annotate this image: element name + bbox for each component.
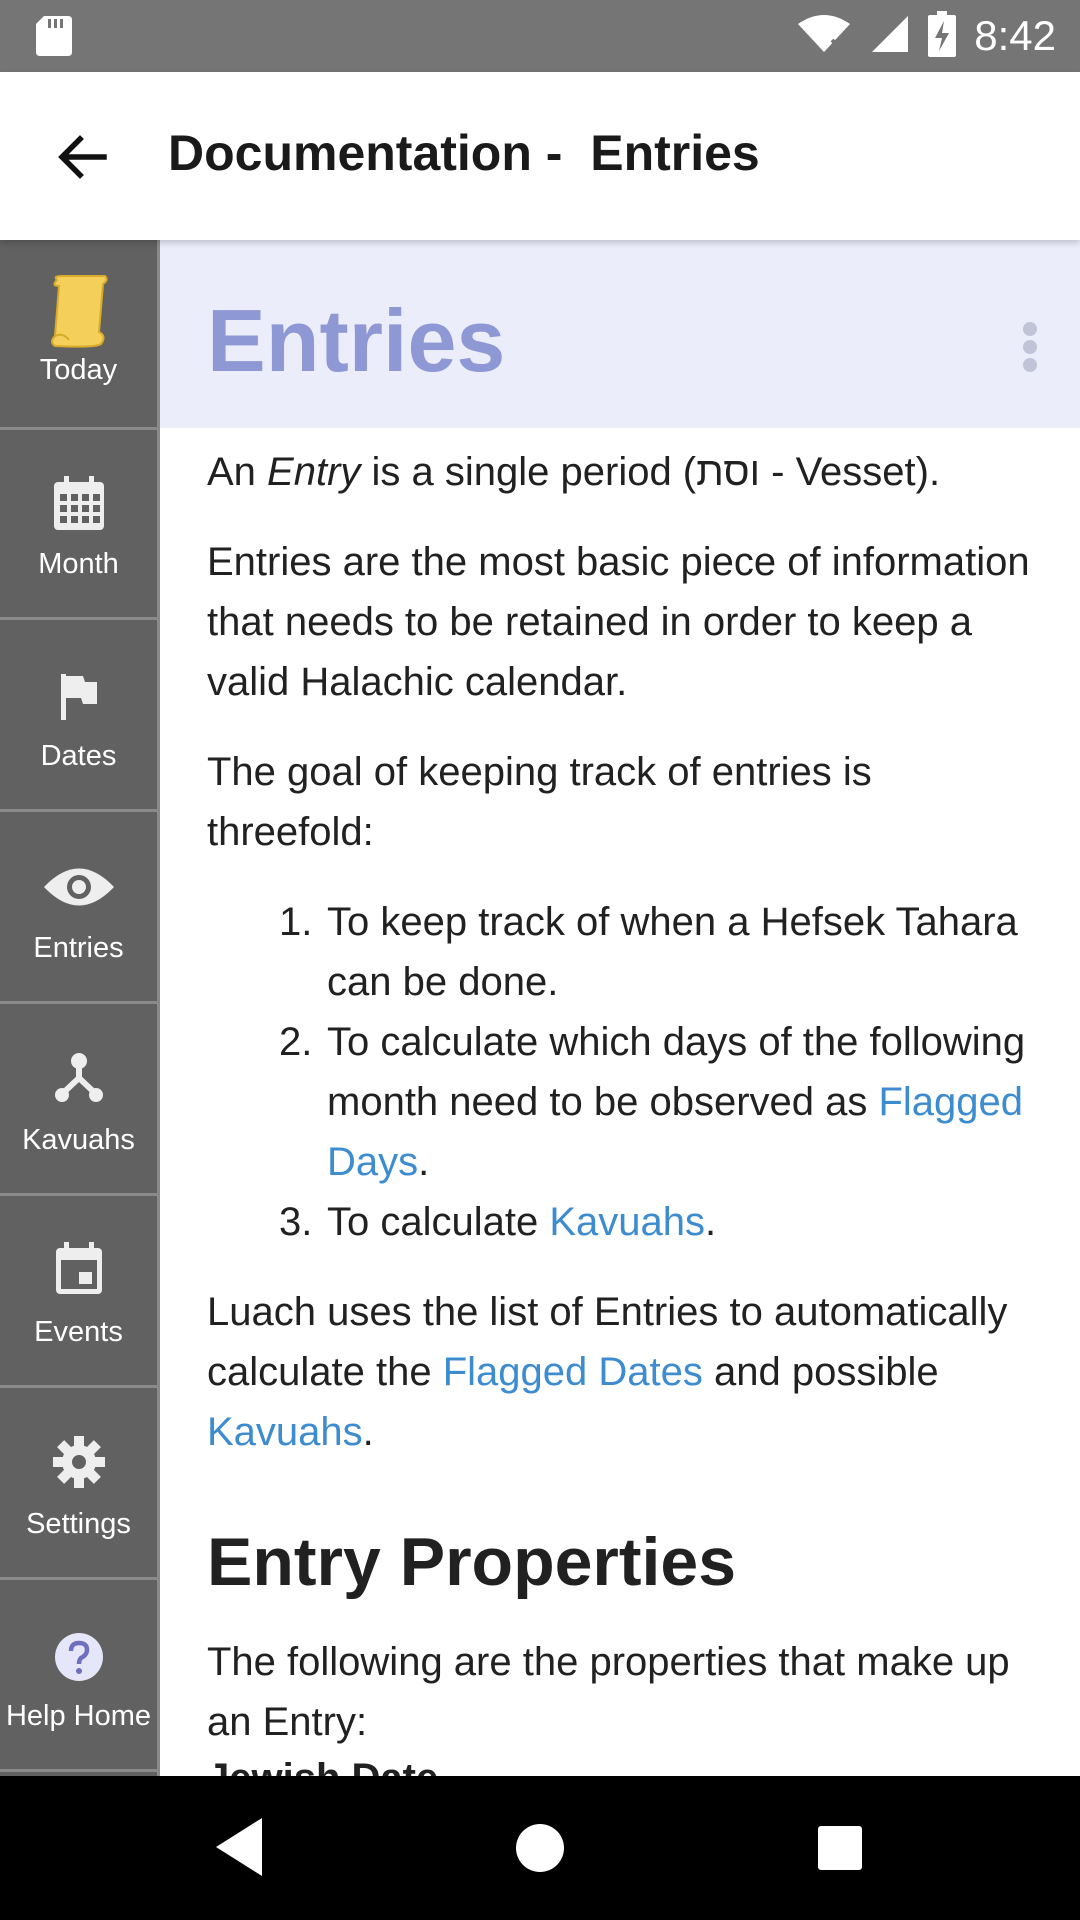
flagged-dates-link[interactable]: Flagged Dates xyxy=(443,1350,703,1394)
home-nav-icon[interactable] xyxy=(514,1822,566,1879)
system-nav-bar xyxy=(0,1776,1080,1920)
sidebar-item-dates[interactable]: Dates xyxy=(0,622,157,812)
calendar-grid-icon xyxy=(52,476,106,537)
doc-title: Entries xyxy=(207,291,506,390)
paragraph-luach-uses: Luach uses the list of Entries to automa… xyxy=(207,1290,1008,1454)
sidebar-item-label: Kavuahs xyxy=(22,1124,135,1156)
app-bar: Documentation - Entries xyxy=(0,72,1080,240)
list-item: 2. To calculate which days of the follow… xyxy=(279,1020,1026,1184)
wifi-icon xyxy=(796,14,852,59)
recents-nav-icon[interactable] xyxy=(816,1824,864,1877)
property-heading: Jewish Date xyxy=(207,1748,1047,1776)
list-item: 1. To keep track of when a Hefsek Tahara… xyxy=(279,900,1018,1004)
gear-icon xyxy=(52,1436,105,1493)
sidebar-item-month[interactable]: Month xyxy=(0,430,157,620)
flag-icon xyxy=(59,674,99,725)
sidebar: Today Month Dates Entries Kavuahs Events… xyxy=(0,240,160,1776)
sidebar-item-label: Help Home xyxy=(5,1700,152,1732)
sidebar-item-help-home[interactable]: Help Home xyxy=(0,1582,157,1772)
sidebar-item-label: Today xyxy=(39,354,118,386)
sidebar-item-label: Events xyxy=(34,1316,123,1348)
sidebar-item-label: Entries xyxy=(33,932,124,964)
back-arrow-icon[interactable] xyxy=(52,127,112,187)
page-title: Documentation - Entries xyxy=(168,125,760,181)
paragraph-entry-definition: An Entry is a single period (וסת - Vesse… xyxy=(207,450,941,494)
sidebar-item-label: Settings xyxy=(26,1508,131,1540)
list-item: 3. To calculate Kavuahs. xyxy=(279,1200,717,1244)
signal-icon xyxy=(870,14,910,59)
sd-card-icon xyxy=(36,16,72,61)
sidebar-item-label: Dates xyxy=(40,740,117,772)
event-calendar-icon xyxy=(54,1242,104,1301)
paragraph-basic-info: Entries are the most basic piece of info… xyxy=(207,540,1030,704)
paragraph-goal: The goal of keeping track of entries is … xyxy=(207,750,872,854)
doc-header: Entries xyxy=(160,240,1080,428)
sidebar-item-events[interactable]: Events xyxy=(0,1198,157,1388)
kavuahs-link[interactable]: Kavuahs xyxy=(207,1410,363,1454)
more-options-icon[interactable] xyxy=(1020,322,1040,372)
status-bar: 8:42 xyxy=(0,0,1080,72)
sidebar-item-settings[interactable]: Settings xyxy=(0,1390,157,1580)
sidebar-item-label: Month xyxy=(38,548,119,580)
help-icon xyxy=(54,1632,104,1687)
entry-term: Entry xyxy=(267,450,361,494)
paragraph-properties: The following are the properties that ma… xyxy=(207,1640,1010,1744)
sidebar-item-entries[interactable]: Entries xyxy=(0,814,157,1004)
documentation-content: Entries An Entry is a single period (וסת… xyxy=(160,240,1080,1776)
battery-charging-icon xyxy=(928,10,957,62)
tree-icon xyxy=(54,1052,104,1109)
kavuahs-link[interactable]: Kavuahs xyxy=(549,1200,705,1244)
section-heading: Entry Properties xyxy=(207,1524,737,1600)
scroll-icon xyxy=(47,274,111,355)
eye-icon xyxy=(42,866,116,913)
back-nav-icon[interactable] xyxy=(212,1812,264,1887)
sidebar-item-today[interactable]: Today xyxy=(0,240,157,430)
clock: 8:42 xyxy=(974,12,1056,59)
goal-list: 1. To keep track of when a Hefsek Tahara… xyxy=(207,892,1047,1252)
sidebar-item-kavuahs[interactable]: Kavuahs xyxy=(0,1006,157,1196)
